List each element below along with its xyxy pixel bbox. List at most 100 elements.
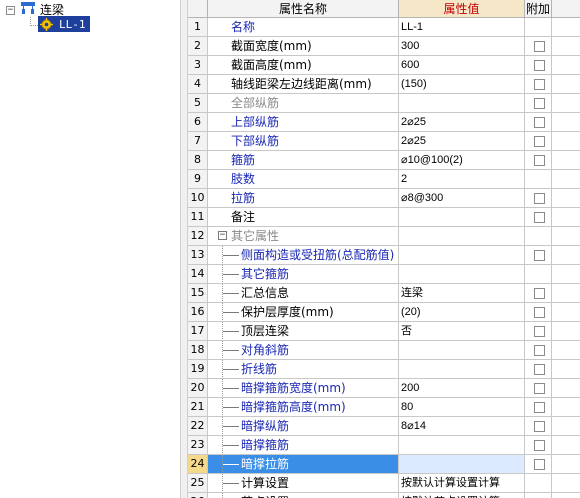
property-value-cell[interactable]: 按默认计算设置计算 — [399, 474, 525, 493]
panel-splitter[interactable] — [180, 0, 188, 498]
table-row[interactable]: 18 对角斜筋 — [188, 341, 580, 360]
property-value-cell[interactable]: 80 — [399, 398, 525, 417]
property-value-cell[interactable] — [399, 341, 525, 360]
property-value-cell[interactable]: 按默认节点设置计算 — [399, 493, 525, 498]
header-property-value[interactable]: 属性值 — [399, 0, 525, 18]
table-row[interactable]: 6 上部纵筋 2⌀25 — [188, 113, 580, 132]
attach-checkbox[interactable] — [534, 193, 545, 204]
attach-checkbox[interactable] — [534, 98, 545, 109]
property-name-cell[interactable]: 全部纵筋 — [208, 94, 399, 113]
property-name-cell[interactable]: 保护层厚度(mm) — [208, 303, 399, 322]
property-name-cell[interactable]: 拉筋 — [208, 189, 399, 208]
table-row[interactable]: 17 顶层连梁 否 — [188, 322, 580, 341]
table-row[interactable]: 13 侧面构造或受扭筋(总配筋值) — [188, 246, 580, 265]
header-property-name[interactable]: 属性名称 — [208, 0, 399, 18]
table-row[interactable]: 8 箍筋 ⌀10@100(2) — [188, 151, 580, 170]
table-row[interactable]: 2 截面宽度(mm) 300 — [188, 37, 580, 56]
property-name-cell[interactable]: 暗撑纵筋 — [208, 417, 399, 436]
property-name-cell[interactable]: 节点设置 — [208, 493, 399, 498]
property-name-cell[interactable]: 顶层连梁 — [208, 322, 399, 341]
table-row[interactable]: 22 暗撑纵筋 8⌀14 — [188, 417, 580, 436]
property-value-cell[interactable] — [399, 208, 525, 227]
attach-checkbox[interactable] — [534, 421, 545, 432]
tree-item-ll-1[interactable]: LL-1 — [38, 16, 90, 32]
collapse-minus-icon[interactable]: − — [6, 5, 15, 15]
property-value-cell[interactable]: (20) — [399, 303, 525, 322]
property-value-cell[interactable]: ⌀10@100(2) — [399, 151, 525, 170]
attach-checkbox[interactable] — [534, 250, 545, 261]
attach-checkbox[interactable] — [534, 117, 545, 128]
table-row[interactable]: 20 暗撑箍筋宽度(mm) 200 — [188, 379, 580, 398]
property-value-cell[interactable]: (150) — [399, 75, 525, 94]
property-name-cell[interactable]: 上部纵筋 — [208, 113, 399, 132]
property-value-cell[interactable] — [399, 246, 525, 265]
property-value-cell[interactable]: 否 — [399, 322, 525, 341]
table-row[interactable]: 11 备注 — [188, 208, 580, 227]
table-row[interactable]: 14 其它箍筋 — [188, 265, 580, 284]
property-value-cell[interactable] — [399, 94, 525, 113]
attach-checkbox[interactable] — [534, 307, 545, 318]
property-name-cell[interactable]: 轴线距梁左边线距离(mm) — [208, 75, 399, 94]
attach-checkbox[interactable] — [534, 440, 545, 451]
property-name-cell[interactable]: 肢数 — [208, 170, 399, 189]
table-row[interactable]: 3 截面高度(mm) 600 — [188, 56, 580, 75]
property-value-cell[interactable]: 600 — [399, 56, 525, 75]
attach-checkbox[interactable] — [534, 326, 545, 337]
property-name-cell[interactable]: 汇总信息 — [208, 284, 399, 303]
property-name-cell[interactable]: 侧面构造或受扭筋(总配筋值) — [208, 246, 399, 265]
attach-checkbox[interactable] — [534, 383, 545, 394]
property-value-cell[interactable] — [399, 455, 525, 474]
property-value-cell[interactable] — [399, 265, 525, 284]
attach-checkbox[interactable] — [534, 364, 545, 375]
attach-checkbox[interactable] — [534, 288, 545, 299]
property-name-cell[interactable]: 箍筋 — [208, 151, 399, 170]
property-value-cell[interactable]: 2 — [399, 170, 525, 189]
property-value-cell[interactable]: ⌀8@300 — [399, 189, 525, 208]
table-row[interactable]: 5 全部纵筋 — [188, 94, 580, 113]
table-row[interactable]: 19 折线筋 — [188, 360, 580, 379]
property-value-cell[interactable] — [399, 227, 525, 246]
property-value-cell[interactable]: 2⌀25 — [399, 132, 525, 151]
attach-checkbox[interactable] — [534, 60, 545, 71]
property-name-cell[interactable]: 暗撑拉筋 — [208, 455, 399, 474]
tree-root-expander-wrap[interactable]: − — [6, 2, 15, 18]
property-name-cell[interactable]: − 其它属性 — [208, 227, 399, 246]
table-row[interactable]: 4 轴线距梁左边线距离(mm) (150) — [188, 75, 580, 94]
table-row[interactable]: 9 肢数 2 — [188, 170, 580, 189]
property-name-cell[interactable]: 暗撑箍筋 — [208, 436, 399, 455]
attach-checkbox[interactable] — [534, 459, 545, 470]
property-name-cell[interactable]: 计算设置 — [208, 474, 399, 493]
attach-checkbox[interactable] — [534, 212, 545, 223]
property-name-cell[interactable]: 下部纵筋 — [208, 132, 399, 151]
property-name-cell[interactable]: 截面宽度(mm) — [208, 37, 399, 56]
property-name-cell[interactable]: 其它箍筋 — [208, 265, 399, 284]
property-name-cell[interactable]: 暗撑箍筋高度(mm) — [208, 398, 399, 417]
property-name-cell[interactable]: 折线筋 — [208, 360, 399, 379]
table-row[interactable]: 12− 其它属性 — [188, 227, 580, 246]
property-value-cell[interactable] — [399, 436, 525, 455]
attach-checkbox[interactable] — [534, 41, 545, 52]
table-row[interactable]: 26 节点设置 按默认节点设置计算 — [188, 493, 580, 498]
header-attach[interactable]: 附加 — [525, 0, 552, 18]
property-value-cell[interactable]: 2⌀25 — [399, 113, 525, 132]
table-row[interactable]: 21 暗撑箍筋高度(mm) 80 — [188, 398, 580, 417]
property-name-cell[interactable]: 暗撑箍筋宽度(mm) — [208, 379, 399, 398]
property-name-cell[interactable]: 截面高度(mm) — [208, 56, 399, 75]
property-name-cell[interactable]: 对角斜筋 — [208, 341, 399, 360]
property-value-cell[interactable]: 200 — [399, 379, 525, 398]
attach-checkbox[interactable] — [534, 136, 545, 147]
property-name-cell[interactable]: 备注 — [208, 208, 399, 227]
property-value-cell[interactable] — [399, 360, 525, 379]
property-value-cell[interactable]: 连梁 — [399, 284, 525, 303]
table-row[interactable]: 23 暗撑箍筋 — [188, 436, 580, 455]
property-value-cell[interactable]: LL-1 — [399, 18, 525, 37]
attach-checkbox[interactable] — [534, 155, 545, 166]
property-name-cell[interactable]: 名称 — [208, 18, 399, 37]
attach-checkbox[interactable] — [534, 402, 545, 413]
property-value-cell[interactable]: 8⌀14 — [399, 417, 525, 436]
table-row[interactable]: 25 计算设置 按默认计算设置计算 — [188, 474, 580, 493]
table-row[interactable]: 1 名称 LL-1 — [188, 18, 580, 37]
collapse-minus-icon[interactable]: − — [218, 231, 227, 240]
table-row[interactable]: 7 下部纵筋 2⌀25 — [188, 132, 580, 151]
attach-checkbox[interactable] — [534, 345, 545, 356]
